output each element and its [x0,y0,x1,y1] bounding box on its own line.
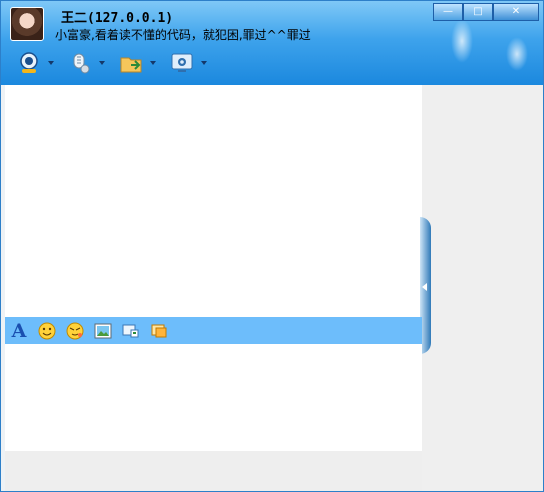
video-call-dropdown-icon[interactable] [48,61,54,65]
remote-assist-icon[interactable] [170,51,194,75]
message-input[interactable] [5,344,422,451]
font-label: A [11,319,27,342]
collapse-arrow-icon [422,283,427,291]
flame-decoration-icon [451,19,473,63]
screenshot-icon[interactable] [117,321,145,341]
emoticon-icon[interactable] [33,321,61,341]
image-icon[interactable] [89,321,117,341]
maximize-button[interactable]: □ [463,3,493,21]
side-panel [422,85,543,491]
send-file-dropdown-icon[interactable] [150,61,156,65]
send-bar [5,451,422,491]
shake-icon[interactable] [145,321,173,341]
chat-toolbar [17,51,221,75]
minimize-button[interactable]: — [433,3,463,21]
contact-name: 王二(127.0.0.1) [61,7,173,26]
contact-ip: (127.0.0.1) [87,11,174,26]
window-header: 王二(127.0.0.1) 小富豪,看着读不懂的代码，就犯困,罪过^^罪过 — … [1,1,543,85]
message-history-area[interactable] [5,85,422,318]
font-icon[interactable]: A [5,319,33,342]
avatar[interactable] [10,7,44,41]
contact-nickname: 王二 [61,11,88,26]
flame-decoration-icon [506,37,528,71]
contact-signature: 小富豪,看着读不懂的代码，就犯困,罪过^^罪过 [55,28,311,42]
remote-assist-dropdown-icon[interactable] [201,61,207,65]
voice-call-icon[interactable] [68,51,92,75]
voice-call-dropdown-icon[interactable] [99,61,105,65]
chat-window: 王二(127.0.0.1) 小富豪,看着读不懂的代码，就犯困,罪过^^罪过 — … [0,0,544,492]
magic-emoticon-icon[interactable] [61,321,89,341]
format-toolbar: A [5,317,422,344]
close-button[interactable]: ✕ [493,3,539,21]
window-controls: — □ ✕ [433,3,539,21]
video-call-icon[interactable] [17,51,41,75]
send-file-icon[interactable] [119,51,143,75]
